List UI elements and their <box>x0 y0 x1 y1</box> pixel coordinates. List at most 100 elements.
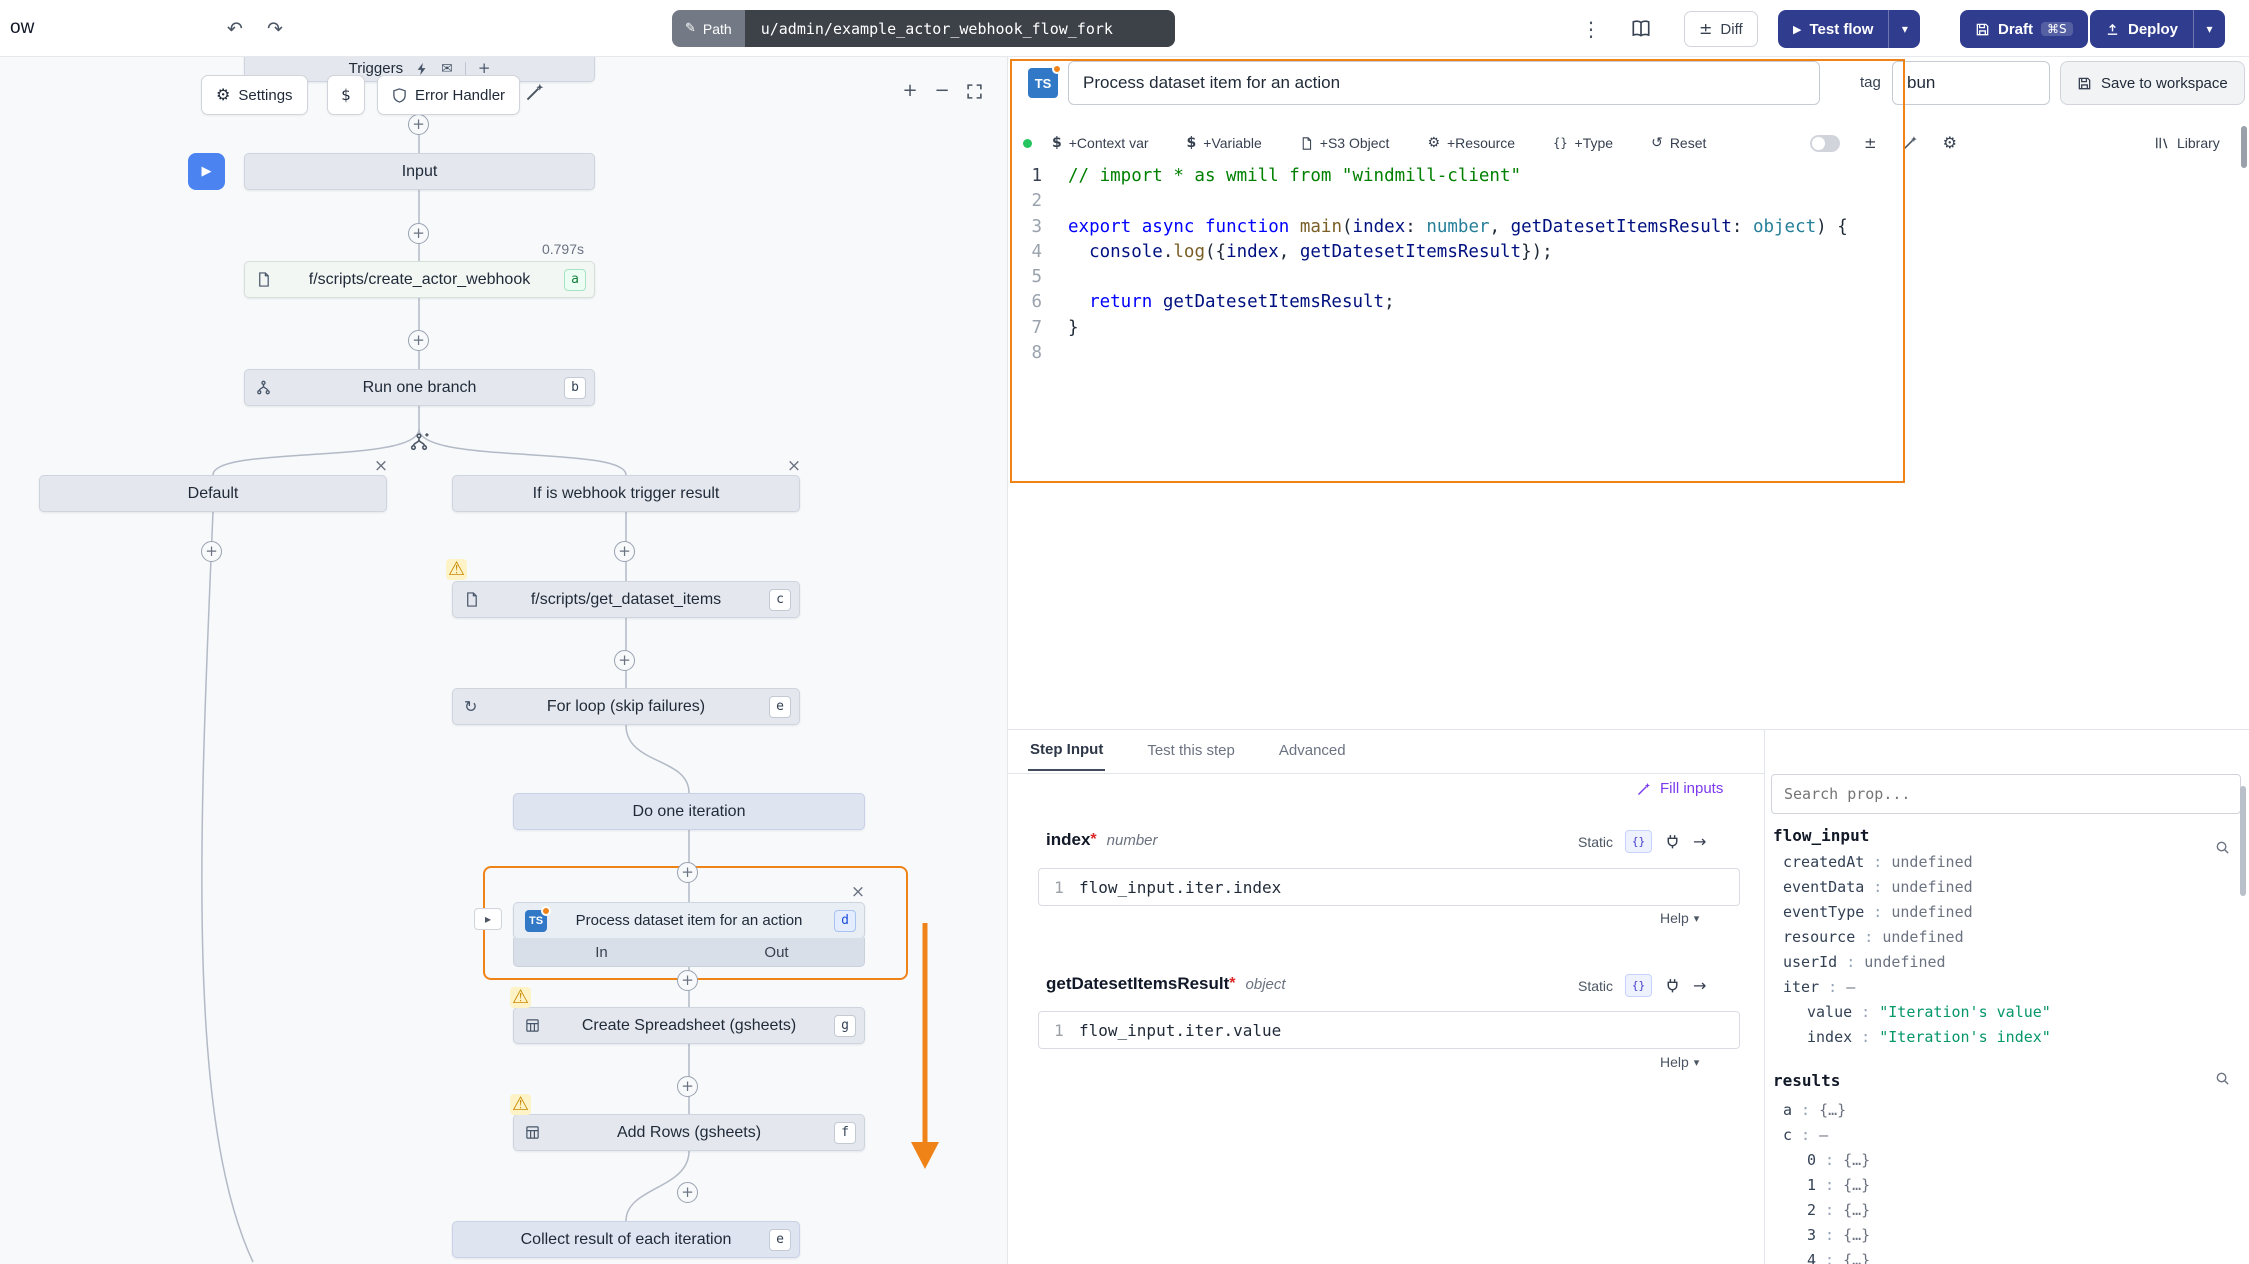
flow-settings-button[interactable]: ⚙ Settings <box>201 75 308 115</box>
kebab-menu-icon[interactable]: ⋮ <box>1576 12 1606 46</box>
save-to-workspace-button[interactable]: Save to workspace <box>2060 61 2245 105</box>
deploy-dropdown-icon[interactable]: ▾ <box>2193 10 2225 48</box>
static-label[interactable]: Static <box>1578 978 1613 994</box>
deploy-button[interactable]: Deploy ▾ <box>2090 10 2225 48</box>
node-input[interactable]: Input <box>244 153 595 190</box>
prop-row[interactable]: a : {…} <box>1765 1098 1870 1123</box>
node-branch-if[interactable]: If is webhook trigger result <box>452 475 800 512</box>
add-variable-button[interactable]: $ +Variable <box>1187 135 1262 151</box>
draft-button[interactable]: Draft ⌘S <box>1960 10 2088 48</box>
node-process-dataset-item[interactable]: TS Process dataset item for an action d <box>513 902 865 939</box>
email-trigger-icon[interactable]: ✉ <box>441 62 453 76</box>
prop-row[interactable]: 1 : {…} <box>1765 1173 1870 1198</box>
plusminus-icon[interactable]: ± <box>1864 136 1877 151</box>
insert-step-icon[interactable]: + <box>614 650 635 671</box>
insert-step-icon[interactable]: + <box>677 1076 698 1097</box>
prop-row[interactable]: index : "Iteration's index" <box>1765 1025 2051 1050</box>
node-get-dataset-items[interactable]: f/scripts/get_dataset_items c <box>452 581 800 618</box>
diff-button[interactable]: ± Diff <box>1684 11 1758 47</box>
flow-variables-button[interactable]: $ <box>327 75 365 115</box>
expr-mode-chip[interactable]: {} <box>1625 830 1652 853</box>
node-run-one-branch[interactable]: Run one branch b <box>244 369 595 406</box>
node-create-actor-webhook[interactable]: f/scripts/create_actor_webhook a <box>244 261 595 298</box>
node-do-one-iteration[interactable]: Do one iteration <box>513 793 865 830</box>
close-branch-icon[interactable]: × <box>783 455 805 477</box>
flow-canvas[interactable]: Triggers ✉ + ⚙ Settings $ Error Handler … <box>0 57 1008 1264</box>
prop-row[interactable]: createdAt : undefined <box>1765 850 2051 875</box>
ai-wand-icon[interactable] <box>524 81 546 103</box>
props-scrollbar[interactable] <box>2240 786 2246 896</box>
step-title-input[interactable] <box>1068 61 1820 105</box>
insert-step-icon[interactable]: + <box>408 330 429 351</box>
test-flow-dropdown-icon[interactable]: ▾ <box>1888 10 1920 48</box>
insert-step-icon[interactable]: + <box>408 223 429 244</box>
node-for-loop[interactable]: ↻ For loop (skip failures) e <box>452 688 800 725</box>
redo-icon[interactable]: ↷ <box>258 12 292 46</box>
add-resource-button[interactable]: ⚙ +Resource <box>1427 135 1515 151</box>
expand-arrow-icon[interactable]: → <box>1693 834 1706 850</box>
search-prop-input[interactable] <box>1771 774 2241 814</box>
node-branch-default[interactable]: Default <box>39 475 387 512</box>
prop-row[interactable]: 2 : {…} <box>1765 1198 1870 1223</box>
prop-row[interactable]: value : "Iteration's value" <box>1765 1000 2051 1025</box>
prop-row[interactable]: resource : undefined <box>1765 925 2051 950</box>
plug-icon[interactable] <box>1664 833 1681 850</box>
library-button[interactable]: Library <box>2155 128 2220 158</box>
tab-step-input[interactable]: Step Input <box>1028 730 1105 771</box>
editor-toggle[interactable] <box>1810 135 1840 152</box>
node-create-spreadsheet[interactable]: Create Spreadsheet (gsheets) g <box>513 1007 865 1044</box>
add-branch-icon[interactable] <box>404 427 434 457</box>
add-context-var-button[interactable]: $ +Context var <box>1052 135 1149 151</box>
insert-step-icon[interactable]: + <box>677 1182 698 1203</box>
close-step-icon[interactable]: × <box>847 881 869 903</box>
step-out-tab[interactable]: Out <box>689 938 864 966</box>
prop-row[interactable]: 0 : {…} <box>1765 1148 1870 1173</box>
run-step-chip[interactable]: ▸ <box>474 908 502 930</box>
path-control[interactable]: ✎ Path u/admin/example_actor_webhook_flo… <box>672 10 1175 47</box>
expr-editor-index[interactable]: 1 flow_input.iter.index <box>1038 868 1740 906</box>
expand-arrow-icon[interactable]: → <box>1693 978 1706 994</box>
editor-scrollbar[interactable] <box>2241 126 2247 168</box>
tab-test-this-step[interactable]: Test this step <box>1145 731 1237 770</box>
help-link[interactable]: Help ▾ <box>1660 910 1699 926</box>
prop-row[interactable]: eventType : undefined <box>1765 900 2051 925</box>
node-add-rows[interactable]: Add Rows (gsheets) f <box>513 1114 865 1151</box>
insert-step-icon[interactable]: + <box>677 970 698 991</box>
static-label[interactable]: Static <box>1578 834 1613 850</box>
path-chip[interactable]: ✎ Path <box>672 10 745 47</box>
step-in-tab[interactable]: In <box>514 938 689 966</box>
node-collect-result[interactable]: Collect result of each iteration e <box>452 1221 800 1258</box>
run-input-play-button[interactable]: ▶ <box>188 153 225 190</box>
close-branch-icon[interactable]: × <box>370 455 392 477</box>
results-section-title[interactable]: results <box>1773 1071 1840 1090</box>
prop-row[interactable]: iter : – <box>1765 975 2051 1000</box>
insert-step-icon[interactable]: + <box>408 114 429 135</box>
prop-row[interactable]: userId : undefined <box>1765 950 2051 975</box>
prop-row[interactable]: c : – <box>1765 1123 1870 1148</box>
prop-row[interactable]: 3 : {…} <box>1765 1223 1870 1248</box>
insert-step-icon[interactable]: + <box>677 862 698 883</box>
reset-button[interactable]: ↺ Reset <box>1651 135 1706 151</box>
fill-inputs-button[interactable]: Fill inputs <box>1636 780 1723 797</box>
plug-icon[interactable] <box>1664 977 1681 994</box>
error-handler-button[interactable]: Error Handler <box>377 75 520 115</box>
flow-input-section-title[interactable]: flow_input <box>1773 826 1869 845</box>
add-type-button[interactable]: {} +Type <box>1553 135 1613 151</box>
prop-row[interactable]: eventData : undefined <box>1765 875 2051 900</box>
undo-icon[interactable]: ↶ <box>218 12 252 46</box>
add-trigger-icon[interactable]: + <box>478 61 491 76</box>
insert-step-icon[interactable]: + <box>614 541 635 562</box>
insert-step-icon[interactable]: + <box>201 541 222 562</box>
prop-row[interactable]: 4 : {…} <box>1765 1248 1870 1264</box>
code-lines[interactable]: // import * as wmill from "windmill-clie… <box>1068 164 1848 366</box>
tag-input[interactable] <box>1892 61 2050 105</box>
expr-mode-chip[interactable]: {} <box>1625 974 1652 997</box>
tab-advanced[interactable]: Advanced <box>1277 731 1348 770</box>
docs-book-icon[interactable] <box>1626 14 1656 44</box>
expr-editor-result[interactable]: 1 flow_input.iter.value <box>1038 1011 1740 1049</box>
search-icon[interactable] <box>2215 840 2230 855</box>
path-value[interactable]: u/admin/example_actor_webhook_flow_fork <box>745 10 1175 47</box>
ai-wand-icon[interactable] <box>1901 134 1919 152</box>
search-icon[interactable] <box>2215 1071 2230 1086</box>
editor-settings-gear-icon[interactable]: ⚙ <box>1943 135 1957 151</box>
